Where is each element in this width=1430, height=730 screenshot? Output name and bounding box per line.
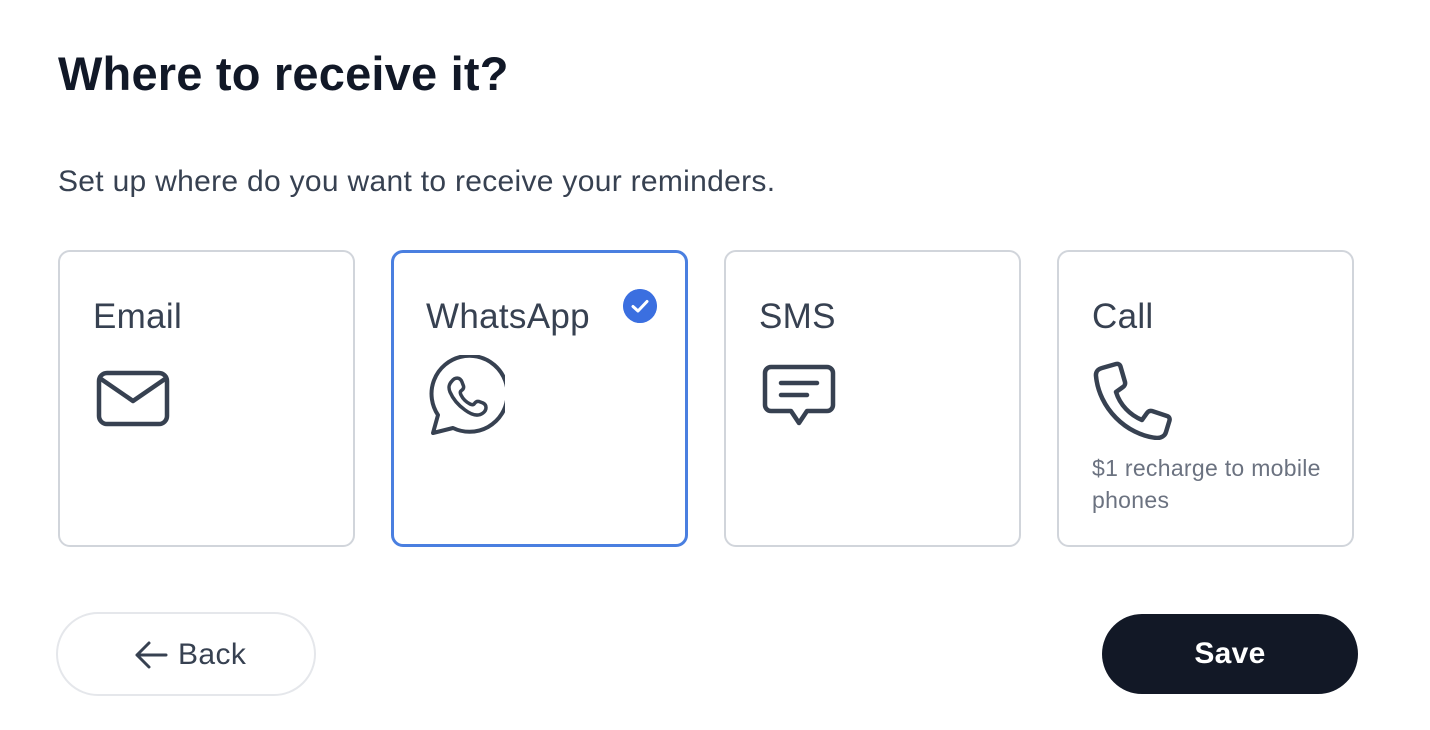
- phone-icon: [1093, 361, 1172, 440]
- channel-card-sms[interactable]: SMS: [724, 250, 1021, 547]
- channel-card-email[interactable]: Email: [58, 250, 355, 547]
- page-subtitle: Set up where do you want to receive your…: [58, 165, 776, 198]
- channel-card-whatsapp[interactable]: WhatsApp: [391, 250, 688, 547]
- channel-label-call: Call: [1092, 297, 1154, 336]
- channel-label-email: Email: [93, 297, 183, 336]
- channel-label-sms: SMS: [759, 297, 836, 336]
- whatsapp-icon: [429, 355, 505, 435]
- back-button-label: Back: [178, 638, 247, 671]
- channel-label-whatsapp: WhatsApp: [426, 297, 590, 336]
- channel-card-call[interactable]: Call $1 recharge to mobile phones: [1057, 250, 1354, 547]
- chat-bubble-icon: [762, 364, 836, 426]
- save-button-label: Save: [1194, 637, 1266, 670]
- envelope-icon: [96, 370, 170, 427]
- selected-check-icon: [623, 289, 657, 323]
- back-button[interactable]: Back: [56, 612, 316, 696]
- channel-options: Email WhatsApp SMS Call $1 recharge to m…: [58, 250, 1358, 550]
- reminder-channel-page: Where to receive it? Set up where do you…: [0, 0, 1430, 730]
- call-cost-note: $1 recharge to mobile phones: [1092, 455, 1321, 513]
- page-title: Where to receive it?: [58, 47, 509, 100]
- save-button[interactable]: Save: [1102, 614, 1358, 694]
- arrow-left-icon: [135, 641, 168, 669]
